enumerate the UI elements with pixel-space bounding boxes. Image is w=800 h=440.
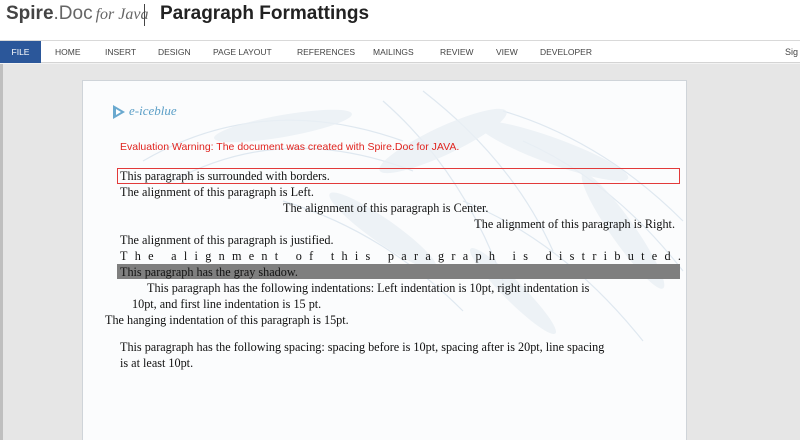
distributed-char: t xyxy=(641,249,645,263)
product-logo: Spire.Doc for Java xyxy=(6,3,148,25)
brand-platform: for Java xyxy=(95,6,149,23)
paragraph-spacing-line2: is at least 10pt. xyxy=(120,356,194,370)
distributed-char: t xyxy=(330,249,335,263)
tab-design[interactable]: DESIGN xyxy=(158,41,191,63)
paragraph-bordered: This paragraph is surrounded with border… xyxy=(120,169,330,183)
title-banner: Spire.Doc for Java Paragraph Formattings xyxy=(0,0,800,34)
tab-home[interactable]: HOME xyxy=(55,41,81,63)
distributed-char xyxy=(535,249,538,263)
sign-in-link[interactable]: Sig xyxy=(785,41,798,63)
distributed-char: r xyxy=(592,249,597,263)
distributed-char: g xyxy=(205,249,212,263)
distributed-char: o xyxy=(295,249,302,263)
paragraph-indent-line1: This paragraph has the following indenta… xyxy=(147,281,590,295)
distributed-char xyxy=(502,249,505,263)
distributed-char: l xyxy=(183,249,188,263)
tab-page-layout[interactable]: PAGE LAYOUT xyxy=(213,41,272,63)
paragraph-spacing-line1: This paragraph has the following spacing… xyxy=(120,340,605,354)
distributed-char: a xyxy=(425,249,431,263)
distributed-char: m xyxy=(231,249,242,263)
distributed-char: n xyxy=(261,249,268,263)
document-page[interactable]: e-iceblue Evaluation Warning: The docume… xyxy=(82,80,687,440)
distributed-char: i xyxy=(558,249,563,263)
distributed-char: r xyxy=(451,249,456,263)
distributed-char: i xyxy=(603,249,608,263)
paragraph-distributed: The alignment of this paragraph is distr… xyxy=(120,249,681,263)
distributed-char: a xyxy=(401,249,407,263)
distributed-char: . xyxy=(677,249,681,263)
distributed-char: i xyxy=(512,249,516,263)
word-window: FILE HOME INSERT DESIGN PAGE LAYOUT REFE… xyxy=(0,40,800,440)
tab-review[interactable]: REVIEW xyxy=(440,41,474,63)
distributed-char: h xyxy=(488,249,495,263)
distributed-char: t xyxy=(581,249,586,263)
distributed-char: p xyxy=(475,249,482,263)
tab-insert[interactable]: INSERT xyxy=(105,41,136,63)
tab-file[interactable]: FILE xyxy=(0,41,41,63)
distributed-char xyxy=(321,249,324,263)
distributed-char: g xyxy=(438,249,445,263)
distributed-char: b xyxy=(614,249,621,263)
paragraph-left: The alignment of this paragraph is Left. xyxy=(120,185,314,199)
distributed-char: s xyxy=(365,249,371,263)
brand-name: Spire xyxy=(6,3,54,24)
evaluation-warning: Evaluation Warning: The document was cre… xyxy=(120,141,460,153)
distributed-char: i xyxy=(354,249,359,263)
tab-mailings[interactable]: MAILINGS xyxy=(373,41,414,63)
distributed-char: i xyxy=(194,249,198,263)
banner-divider xyxy=(144,4,145,26)
tab-developer[interactable]: DEVELOPER xyxy=(540,41,592,63)
ribbon-tabs: FILE HOME INSERT DESIGN PAGE LAYOUT REFE… xyxy=(0,41,800,63)
paragraph-center: The alignment of this paragraph is Cente… xyxy=(283,201,489,215)
document-area[interactable]: e-iceblue Evaluation Warning: The docume… xyxy=(0,64,800,440)
paragraph-justified: The alignment of this paragraph is justi… xyxy=(120,233,334,247)
paragraph-indent-line2: 10pt, and first line indentation is 15 p… xyxy=(132,297,322,311)
distributed-char: f xyxy=(309,249,314,263)
distributed-char: e xyxy=(651,249,658,263)
brand-suffix: .Doc xyxy=(53,3,93,24)
tab-references[interactable]: REFERENCES xyxy=(297,41,355,63)
distributed-char: d xyxy=(545,249,552,263)
distributed-char: s xyxy=(523,249,528,263)
distributed-char: e xyxy=(148,249,154,263)
logo-text: e-iceblue xyxy=(129,103,177,118)
distributed-char: n xyxy=(218,249,225,263)
distributed-char: u xyxy=(627,249,634,263)
distributed-char: d xyxy=(664,249,671,263)
distributed-char: e xyxy=(248,249,255,263)
paragraph-shadow: This paragraph has the gray shadow. xyxy=(120,265,298,279)
distributed-char xyxy=(378,249,381,263)
page-title: Paragraph Formattings xyxy=(160,3,370,24)
paragraph-right: The alignment of this paragraph is Right… xyxy=(474,217,675,231)
tab-view[interactable]: VIEW xyxy=(496,41,518,63)
distributed-char xyxy=(161,249,164,263)
window-left-edge xyxy=(0,64,3,440)
distributed-char: r xyxy=(413,249,419,263)
distributed-char: h xyxy=(134,249,141,263)
distributed-char: s xyxy=(569,249,575,263)
distributed-char xyxy=(285,249,288,263)
distributed-char: p xyxy=(387,249,394,263)
distributed-char: h xyxy=(341,249,348,263)
eiceblue-logo-icon xyxy=(113,105,125,119)
distributed-char: t xyxy=(274,249,279,263)
distributed-char: T xyxy=(120,249,128,263)
paragraph-hanging: The hanging indentation of this paragrap… xyxy=(105,313,349,327)
distributed-char: a xyxy=(171,249,177,263)
distributed-char: a xyxy=(462,249,469,263)
